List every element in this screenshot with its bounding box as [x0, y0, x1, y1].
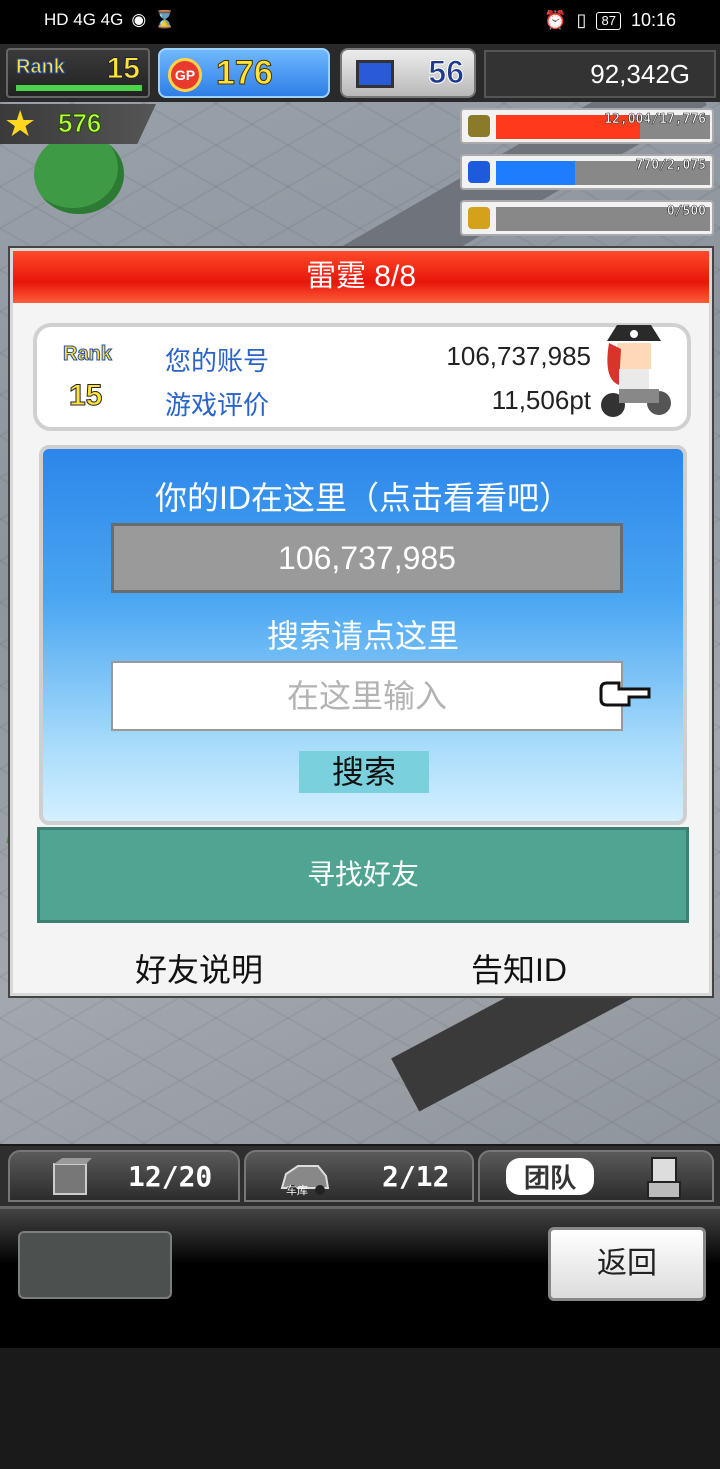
pirate-avatar-icon	[601, 325, 671, 417]
resource-text: 0/500	[666, 204, 707, 220]
friend-dialog: 雷霆 8/8 Rank 15 您的账号 106,737,985 游戏评价 11,…	[10, 248, 712, 996]
gp-value: 176	[216, 54, 274, 93]
pointing-hand-icon	[599, 681, 651, 707]
pc-display[interactable]: 56	[340, 48, 476, 98]
resource-text: 12,004/17,776	[604, 112, 706, 128]
bottom-tabs: 12/20 车库 2/12 团队	[0, 1146, 720, 1206]
hourglass-icon: ⌛	[154, 10, 176, 29]
garage-count: 2/12	[382, 1160, 450, 1193]
rank-display[interactable]: Rank 15	[6, 48, 150, 98]
tab-team[interactable]: 团队	[478, 1150, 714, 1202]
account-value: 106,737,985	[446, 341, 591, 371]
dialog-title: 雷霆 8/8	[13, 251, 709, 303]
clock: 10:16	[630, 10, 676, 30]
slot-count: 12/20	[128, 1160, 213, 1193]
friend-id-input[interactable]	[111, 661, 623, 731]
star-value: 576	[57, 108, 102, 139]
resource-text: 770/2,075	[635, 158, 706, 174]
star-icon: ★	[4, 103, 37, 144]
tab-garage[interactable]: 车库 2/12	[244, 1150, 474, 1202]
pc-value: 56	[428, 54, 465, 91]
search-button[interactable]: 搜索	[299, 751, 429, 793]
search-heading: 搜索请点这里	[266, 618, 459, 654]
wheat-icon	[468, 207, 490, 229]
fuel-bottle-icon	[468, 161, 490, 183]
gp-coin-icon: GP	[168, 58, 202, 92]
rank-progress-bar	[16, 85, 142, 91]
star-display[interactable]: ★ 576	[0, 104, 156, 144]
status-bar: HD 4G 4G ◉ ⌛ ⏰ ▯ 87 10:16	[0, 0, 720, 44]
battery-indicator: 87	[596, 11, 621, 30]
share-id-link[interactable]: 告知ID	[471, 945, 567, 991]
friend-help-link[interactable]: 好友说明	[135, 945, 263, 991]
status-right: ⏰ ▯ 87 10:16	[544, 10, 676, 31]
resource-bar-fuel: 770/2,075	[460, 154, 714, 190]
computer-icon	[356, 60, 394, 88]
tree	[34, 134, 124, 214]
team-label: 团队	[506, 1158, 595, 1195]
account-label: 您的账号	[165, 346, 270, 376]
back-button[interactable]: 返回	[548, 1227, 706, 1301]
resource-fill	[496, 161, 576, 185]
profile-rank-value: 15	[68, 379, 103, 413]
rank-label: Rank	[16, 56, 66, 79]
find-friend-button[interactable]: 寻找好友	[37, 827, 689, 923]
id-heading: 你的ID在这里（点击看看吧）	[154, 480, 571, 516]
gp-display[interactable]: GP 176	[158, 48, 330, 98]
staff-avatar-icon	[647, 1157, 681, 1199]
rank-value: 15	[106, 52, 140, 86]
resource-bar-wheat: 0/500	[460, 200, 714, 236]
money-display: 92,342G	[484, 50, 716, 98]
signal-indicators: HD 4G 4G	[44, 10, 124, 29]
crate-icon	[53, 1158, 92, 1195]
vibrate-icon: ▯	[576, 10, 587, 30]
my-id-button[interactable]: 106,737,985	[111, 523, 623, 593]
coin-stack-icon	[468, 115, 490, 137]
system-nav-area	[0, 1348, 720, 1469]
tab-slots[interactable]: 12/20	[8, 1150, 240, 1202]
id-search-panel: 你的ID在这里（点击看看吧） 106,737,985 搜索请点这里 搜索	[39, 445, 687, 825]
garage-label: 车库	[286, 1185, 308, 1197]
status-left: HD 4G 4G ◉ ⌛	[44, 10, 175, 30]
profile-card: Rank 15 您的账号 106,737,985 游戏评价 11,506pt	[33, 323, 691, 431]
rating-value: 11,506pt	[491, 385, 591, 415]
resource-bar-coins: 12,004/17,776	[460, 108, 714, 144]
menu-button[interactable]	[18, 1231, 172, 1299]
lower-action-bar: 返回	[0, 1206, 720, 1348]
alarm-icon: ⏰	[544, 10, 567, 30]
rating-label: 游戏评价	[165, 390, 270, 420]
profile-rank-label: Rank	[63, 343, 113, 366]
top-hud: Rank 15 GP 176 56 92,342G	[0, 44, 720, 102]
eye-icon: ◉	[131, 10, 147, 29]
